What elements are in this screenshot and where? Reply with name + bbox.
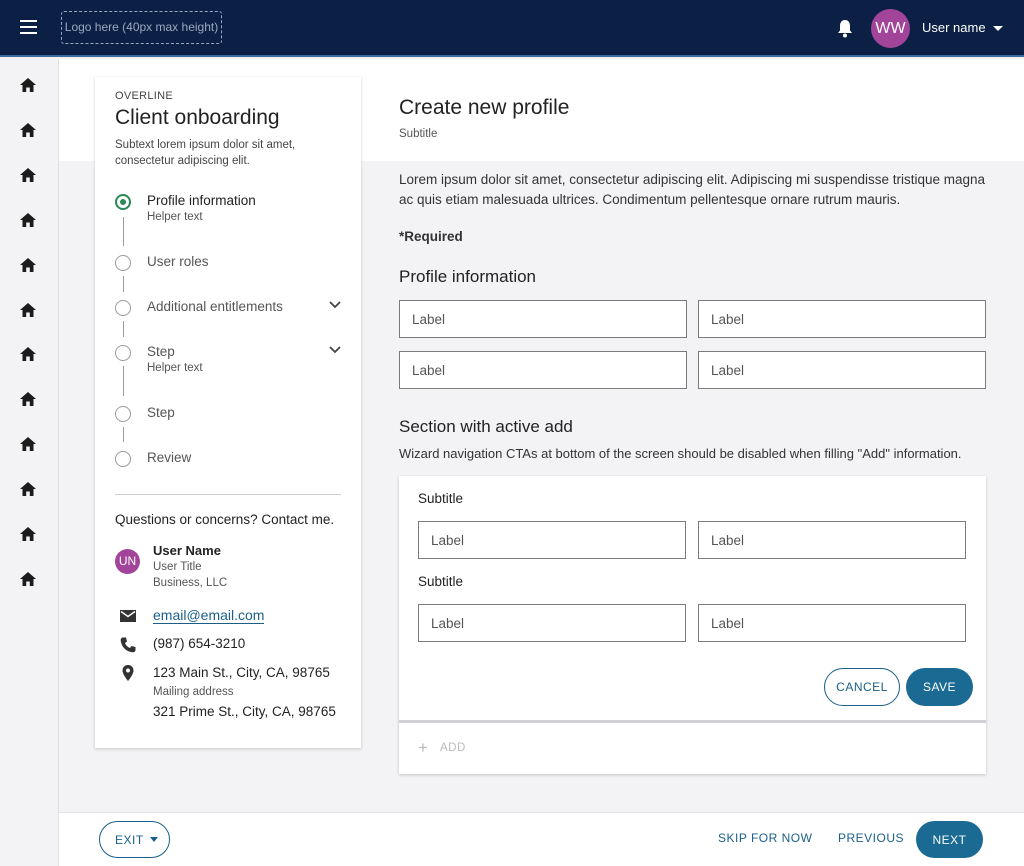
contact-name: User Name (153, 543, 221, 558)
text-input[interactable] (699, 522, 965, 558)
step-helper-text: Helper text (147, 211, 203, 223)
add-section-description: Wizard navigation CTAs at bottom of the … (399, 446, 962, 461)
intro-text: Lorem ipsum dolor sit amet, consectetur … (399, 172, 986, 207)
step-connector (123, 276, 124, 292)
user-avatar[interactable]: WW (871, 9, 910, 48)
top-app-bar: Logo here (40px max height) WW User name (0, 0, 1024, 57)
wizard-overline: OVERLINE (115, 90, 174, 102)
profile-field-2[interactable] (698, 300, 986, 338)
text-input[interactable] (419, 605, 685, 641)
mailing-address: 321 Prime St., City, CA, 98765 (153, 704, 336, 719)
contact-title: Questions or concerns? Contact me. (115, 512, 335, 527)
contact-email-link[interactable]: email@email.com (153, 607, 265, 624)
profile-field-4[interactable] (698, 351, 986, 389)
required-note: *Required (399, 229, 463, 244)
add-group-subtitle: Subtitle (418, 574, 464, 589)
text-input[interactable] (400, 352, 686, 388)
menu-icon[interactable] (20, 20, 37, 34)
logo-placeholder: Logo here (40px max height) (61, 11, 222, 44)
home-icon[interactable] (19, 257, 37, 273)
save-button[interactable]: SAVE (906, 668, 973, 706)
step-label: Step (147, 344, 175, 359)
home-icon[interactable] (19, 122, 37, 138)
phone-icon (120, 637, 136, 653)
bell-icon[interactable] (836, 18, 854, 38)
profile-section-heading: Profile information (399, 267, 537, 286)
exit-button[interactable]: EXIT (99, 821, 170, 858)
add-section-heading: Section with active add (399, 417, 573, 436)
step-pending-icon (115, 451, 131, 467)
active-add-card: Subtitle Subtitle CANCEL SAVE + ADD (399, 476, 986, 774)
wizard-panel: OVERLINE Client onboarding Subtext lorem… (95, 77, 361, 748)
mailing-address-label: Mailing address (153, 686, 234, 698)
page-subtitle: Subtitle (399, 128, 438, 140)
step-active-icon (115, 194, 131, 210)
home-icon[interactable] (19, 526, 37, 542)
chevron-down-icon[interactable] (329, 301, 341, 309)
user-name-label[interactable]: User name (922, 20, 986, 35)
step-label: Review (147, 450, 192, 465)
add-group-subtitle: Subtitle (418, 491, 464, 506)
add-field-2[interactable] (698, 521, 966, 559)
home-icon[interactable] (19, 212, 37, 228)
text-input[interactable] (699, 301, 985, 337)
plus-icon: + (418, 738, 428, 757)
chevron-down-icon[interactable] (329, 346, 341, 354)
step-pending-icon (115, 406, 131, 422)
wizard-nav-bar: EXIT SKIP FOR NOW PREVIOUS NEXT (59, 812, 1024, 866)
step-label: Profile information (147, 193, 256, 208)
contact-business: Business, LLC (153, 577, 228, 589)
nav-rail (0, 59, 59, 866)
contact-address: 123 Main St., City, CA, 98765 (153, 665, 330, 680)
add-divider (399, 720, 986, 723)
step-label: Additional entitlements (147, 299, 283, 314)
home-icon[interactable] (19, 481, 37, 497)
step-connector (123, 321, 124, 337)
home-icon[interactable] (19, 167, 37, 183)
home-icon[interactable] (19, 436, 37, 452)
step-label: Step (147, 405, 175, 420)
location-pin-icon (122, 665, 134, 681)
home-icon[interactable] (19, 302, 37, 318)
caret-down-icon[interactable] (150, 837, 158, 842)
add-field-4[interactable] (698, 604, 966, 642)
profile-field-1[interactable] (399, 300, 687, 338)
step-pending-icon (115, 300, 131, 316)
wizard-divider (115, 494, 341, 495)
previous-button[interactable]: PREVIOUS (838, 831, 904, 845)
text-input[interactable] (699, 605, 965, 641)
contact-job-title: User Title (153, 561, 202, 573)
contact-phone: (987) 654-3210 (153, 636, 246, 651)
step-label: User roles (147, 254, 209, 269)
home-icon[interactable] (19, 346, 37, 362)
step-connector (123, 366, 124, 396)
step-helper-text: Helper text (147, 362, 203, 374)
step-connector (123, 427, 124, 442)
text-input[interactable] (699, 352, 985, 388)
wizard-subtext: Subtext lorem ipsum dolor sit amet, cons… (115, 139, 296, 167)
home-icon[interactable] (19, 77, 37, 93)
next-button[interactable]: NEXT (916, 821, 983, 858)
add-field-1[interactable] (418, 521, 686, 559)
text-input[interactable] (400, 301, 686, 337)
caret-down-icon[interactable] (993, 26, 1003, 31)
profile-field-3[interactable] (399, 351, 687, 389)
add-label: ADD (440, 742, 466, 754)
mail-icon (120, 610, 136, 622)
step-pending-icon (115, 255, 131, 271)
home-icon[interactable] (19, 571, 37, 587)
step-pending-icon (115, 345, 131, 361)
step-connector (123, 217, 124, 246)
skip-for-now-button[interactable]: SKIP FOR NOW (718, 831, 812, 845)
text-input[interactable] (419, 522, 685, 558)
add-field-3[interactable] (418, 604, 686, 642)
contact-avatar: UN (115, 549, 140, 574)
cancel-button[interactable]: CANCEL (824, 668, 900, 706)
wizard-title: Client onboarding (115, 106, 280, 129)
page-title: Create new profile (399, 96, 570, 119)
home-icon[interactable] (19, 391, 37, 407)
